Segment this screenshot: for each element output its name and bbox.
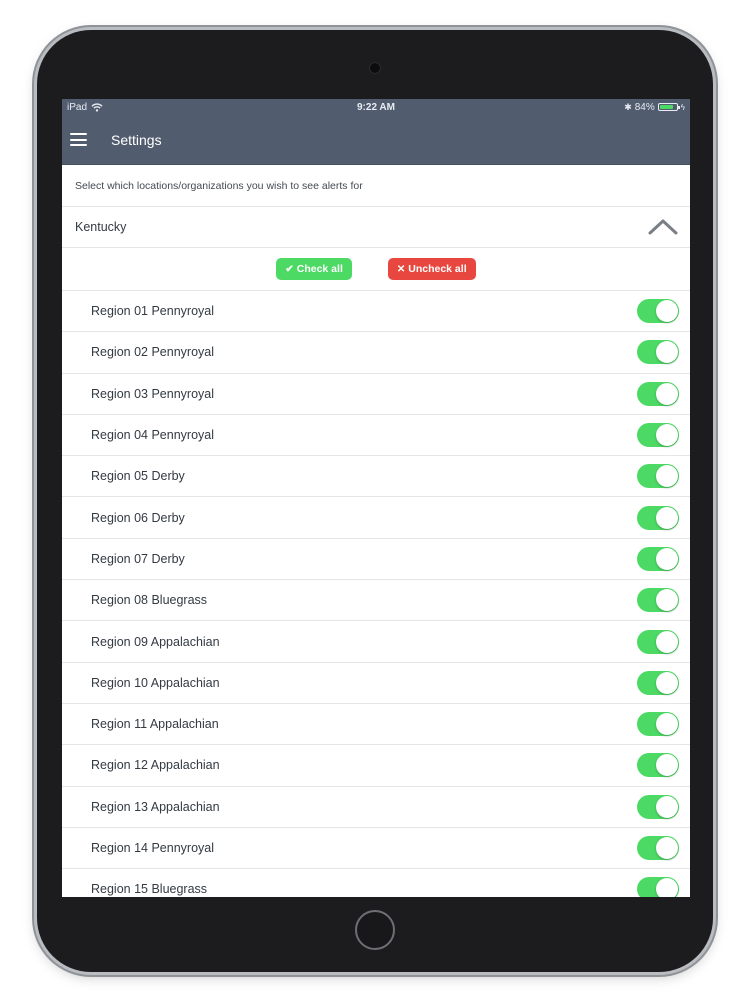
region-row: Region 03 Pennyroyal <box>62 374 690 415</box>
region-toggle[interactable] <box>637 836 679 860</box>
region-toggle[interactable] <box>637 670 679 695</box>
region-row: Region 02 Pennyroyal <box>62 332 690 374</box>
region-label: Region 12 Appalachian <box>91 758 220 773</box>
toggle-knob <box>656 878 678 897</box>
uncheck-all-button[interactable]: ✕ Uncheck all <box>387 258 476 280</box>
region-label: Region 14 Pennyroyal <box>91 841 214 855</box>
region-toggle[interactable] <box>637 299 679 324</box>
region-toggle[interactable] <box>637 877 679 897</box>
region-label: Region 09 Appalachian <box>91 634 220 649</box>
checkmark-icon: ✔ <box>285 263 294 275</box>
home-button[interactable] <box>355 910 395 950</box>
region-toggle[interactable] <box>637 753 679 778</box>
toggle-knob <box>656 713 678 736</box>
region-row: Region 07 Derby <box>62 539 690 581</box>
check-all-button[interactable]: ✔ Check all <box>276 258 352 280</box>
chevron-up-icon[interactable] <box>648 218 678 236</box>
region-label: Region 05 Derby <box>91 469 185 484</box>
page-title: Settings <box>111 131 162 148</box>
toggle-knob <box>656 837 678 859</box>
region-label: Region 06 Derby <box>91 510 185 525</box>
toggle-knob <box>656 341 678 364</box>
front-camera <box>370 63 380 73</box>
toggle-knob <box>656 589 678 612</box>
region-label: Region 08 Bluegrass <box>91 593 208 608</box>
toggle-knob <box>656 795 678 818</box>
region-list: Region 01 Pennyroyal Region 02 Pennyroyal… <box>62 291 690 897</box>
region-row: Region 12 Appalachian <box>62 745 690 787</box>
section-title: Kentucky <box>75 220 127 234</box>
region-row: Region 04 Pennyroyal <box>62 415 690 457</box>
region-row: Region 13 Appalachian <box>62 787 690 828</box>
region-label: Region 11 Appalachian <box>91 717 219 732</box>
status-time: 9:22 AM <box>357 101 395 113</box>
region-toggle[interactable] <box>637 712 679 737</box>
region-row: Region 01 Pennyroyal <box>62 291 690 333</box>
region-row: Region 06 Derby <box>62 497 690 539</box>
bulk-actions: ✔ Check all ✕ Uncheck all <box>62 248 690 291</box>
instruction-text: Select which locations/organizations you… <box>62 165 690 207</box>
battery-icon <box>657 103 680 111</box>
battery-percent: 84% <box>634 101 655 113</box>
x-icon: ✕ <box>396 263 406 275</box>
region-toggle[interactable] <box>637 588 679 613</box>
toggle-knob <box>656 506 678 529</box>
toggle-knob <box>656 547 678 570</box>
region-row: Region 15 Bluegrass <box>62 869 690 897</box>
navigation-bar: Settings <box>62 115 690 165</box>
bluetooth-icon: ✱ <box>624 101 632 112</box>
charging-icon: ϟ <box>680 102 685 112</box>
region-row: Region 05 Derby <box>62 456 690 498</box>
hamburger-icon[interactable] <box>70 133 87 146</box>
section-header-kentucky[interactable]: Kentucky <box>62 207 690 248</box>
region-row: Region 10 Appalachian <box>62 663 690 704</box>
toggle-knob <box>656 754 678 777</box>
region-toggle[interactable] <box>637 505 679 530</box>
region-label: Region 01 Pennyroyal <box>91 304 214 319</box>
toggle-knob <box>656 630 678 653</box>
toggle-knob <box>656 300 678 323</box>
region-label: Region 15 Bluegrass <box>91 882 208 897</box>
region-toggle[interactable] <box>637 340 679 365</box>
region-toggle[interactable] <box>637 629 679 654</box>
region-row: Region 11 Appalachian <box>62 704 690 746</box>
region-row: Region 14 Pennyroyal <box>62 828 690 870</box>
toggle-knob <box>656 382 678 405</box>
region-label: Region 02 Pennyroyal <box>91 345 214 360</box>
region-row: Region 08 Bluegrass <box>62 580 690 622</box>
region-toggle[interactable] <box>637 381 679 406</box>
status-bar: iPad 9:22 AM ✱ 84% ϟ <box>62 99 690 115</box>
region-toggle[interactable] <box>637 423 679 448</box>
region-toggle[interactable] <box>637 464 679 489</box>
toggle-knob <box>656 671 678 694</box>
region-label: Region 10 Appalachian <box>91 675 220 690</box>
region-label: Region 07 Derby <box>91 551 185 566</box>
region-row: Region 09 Appalachian <box>62 621 690 663</box>
region-label: Region 04 Pennyroyal <box>91 428 214 443</box>
app-screen: iPad 9:22 AM ✱ 84% ϟ Settings Select whi… <box>62 99 690 897</box>
region-label: Region 03 Pennyroyal <box>91 386 214 401</box>
region-toggle[interactable] <box>637 546 679 571</box>
battery-level-fill <box>659 105 674 109</box>
toggle-knob <box>656 465 678 488</box>
region-label: Region 13 Appalachian <box>91 799 220 814</box>
toggle-knob <box>656 424 678 447</box>
region-toggle[interactable] <box>637 794 679 819</box>
